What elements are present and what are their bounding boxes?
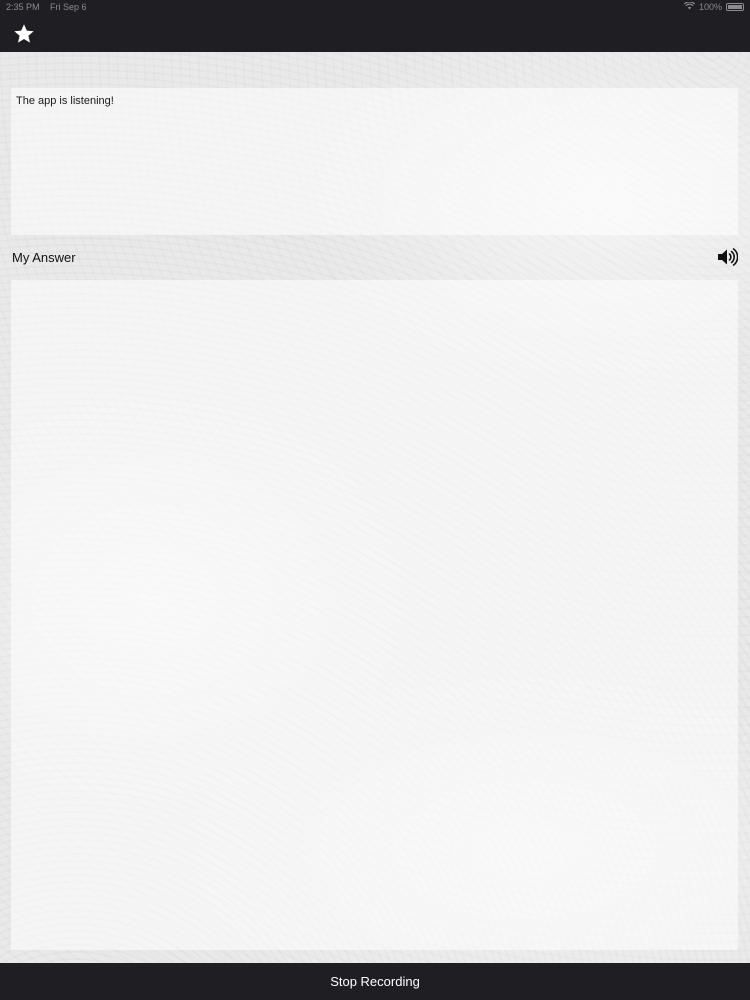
nav-bar	[0, 14, 750, 52]
answer-label: My Answer	[12, 250, 76, 265]
battery-percent: 100%	[698, 2, 722, 12]
answer-text-area[interactable]	[11, 280, 738, 950]
wifi-icon	[683, 0, 696, 14]
star-icon[interactable]	[12, 22, 36, 46]
speaker-icon[interactable]	[716, 246, 739, 268]
prompt-panel: The app is listening!	[11, 88, 738, 235]
status-right: 100%	[683, 0, 744, 14]
prompt-text: The app is listening!	[16, 95, 114, 107]
stop-recording-label: Stop Recording	[330, 974, 420, 989]
status-bar: 2:35 PM Fri Sep 6 100%	[0, 0, 750, 14]
status-left: 2:35 PM Fri Sep 6	[6, 0, 95, 14]
status-time: 2:35 PM	[6, 2, 40, 12]
status-date: Fri Sep 6	[50, 2, 87, 12]
battery-icon	[726, 3, 744, 11]
stop-recording-button[interactable]: Stop Recording	[0, 963, 750, 1000]
